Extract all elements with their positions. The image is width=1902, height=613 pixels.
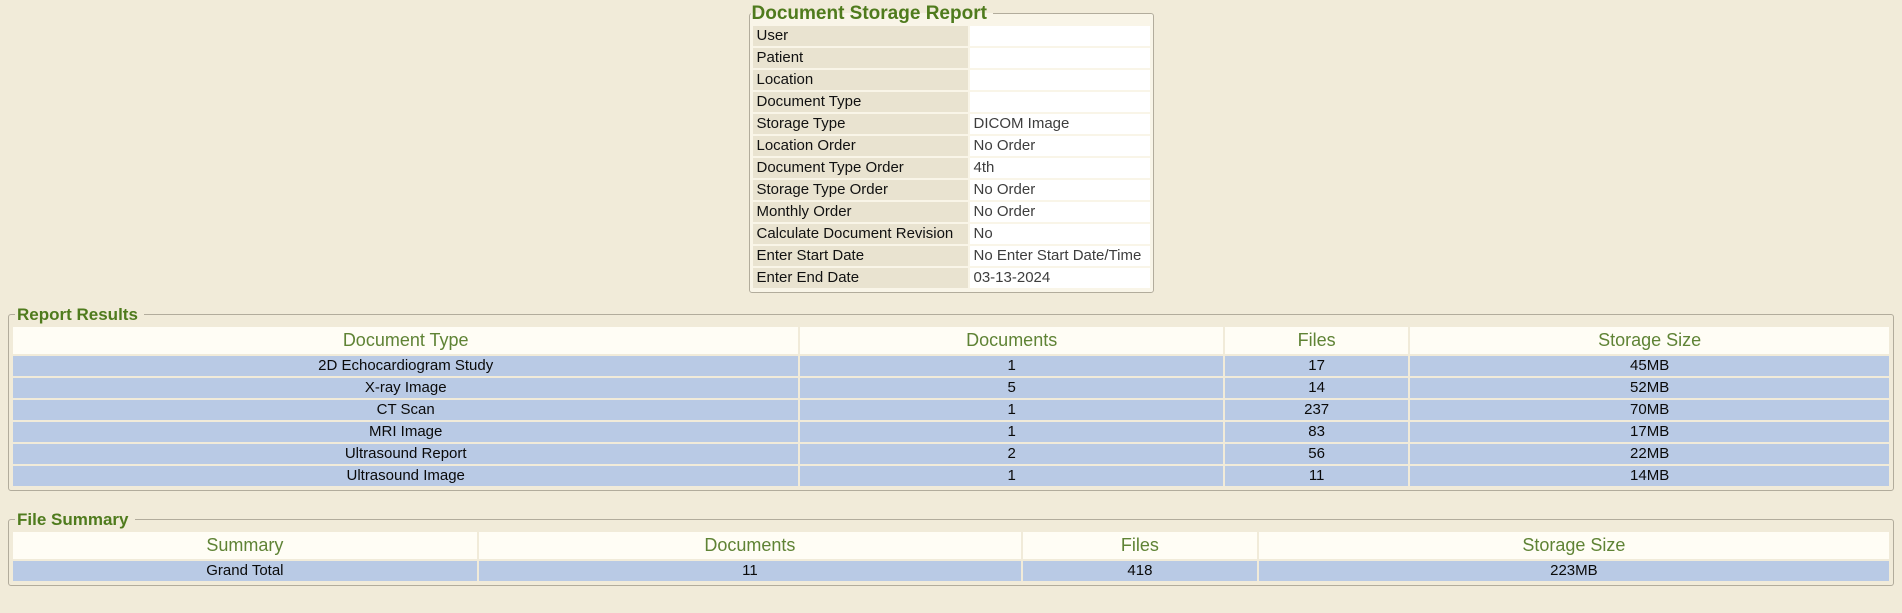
report-parameters-table: UserPatientLocationDocument TypeStorage … xyxy=(751,24,1152,290)
column-header: Files xyxy=(1023,532,1257,559)
column-header: Document Type xyxy=(13,327,798,354)
report-results-rows: 2D Echocardiogram Study11745MBX-ray Imag… xyxy=(13,356,1889,486)
form-row: Calculate Document RevisionNo xyxy=(753,224,1150,244)
column-header: Summary xyxy=(13,532,477,559)
table-cell: 14MB xyxy=(1410,466,1889,486)
form-field-label: Storage Type Order xyxy=(753,180,968,200)
table-cell: Ultrasound Image xyxy=(13,466,798,486)
file-summary-title: File Summary xyxy=(15,511,135,529)
form-field-label: Storage Type xyxy=(753,114,968,134)
file-summary-table: SummaryDocumentsFilesStorage Size Grand … xyxy=(11,530,1891,583)
table-cell: 223MB xyxy=(1259,561,1889,581)
table-cell: 17 xyxy=(1225,356,1408,376)
table-cell: MRI Image xyxy=(13,422,798,442)
form-field-label: Monthly Order xyxy=(753,202,968,222)
table-cell: 418 xyxy=(1023,561,1257,581)
form-field-label: Location xyxy=(753,70,968,90)
table-cell: 17MB xyxy=(1410,422,1889,442)
table-cell: 45MB xyxy=(1410,356,1889,376)
column-header: Files xyxy=(1225,327,1408,354)
table-cell: 70MB xyxy=(1410,400,1889,420)
form-field-value xyxy=(970,26,1150,46)
table-row: Ultrasound Image11114MB xyxy=(13,466,1889,486)
table-cell: X-ray Image xyxy=(13,378,798,398)
table-cell: 11 xyxy=(479,561,1021,581)
table-cell: 2D Echocardiogram Study xyxy=(13,356,798,376)
form-row: Patient xyxy=(753,48,1150,68)
table-cell: 5 xyxy=(800,378,1223,398)
table-cell: 22MB xyxy=(1410,444,1889,464)
form-row: Location xyxy=(753,70,1150,90)
form-field-label: Patient xyxy=(753,48,968,68)
form-field-value: No xyxy=(970,224,1150,244)
report-results-table: Document TypeDocumentsFilesStorage Size … xyxy=(11,325,1891,488)
table-cell: 52MB xyxy=(1410,378,1889,398)
table-cell: 1 xyxy=(800,466,1223,486)
form-field-label: Location Order xyxy=(753,136,968,156)
table-row: CT Scan123770MB xyxy=(13,400,1889,420)
table-row: 2D Echocardiogram Study11745MB xyxy=(13,356,1889,376)
column-header: Storage Size xyxy=(1410,327,1889,354)
form-field-value: No Order xyxy=(970,136,1150,156)
form-row: Enter End Date03-13-2024 xyxy=(753,268,1150,288)
form-row: Enter Start DateNo Enter Start Date/Time xyxy=(753,246,1150,266)
table-cell: Grand Total xyxy=(13,561,477,581)
form-row: Document Type Order4th xyxy=(753,158,1150,178)
report-parameters-rows: UserPatientLocationDocument TypeStorage … xyxy=(753,26,1150,288)
table-row: Grand Total11418223MB xyxy=(13,561,1889,581)
column-header: Documents xyxy=(479,532,1021,559)
table-cell: 1 xyxy=(800,400,1223,420)
file-summary-rows: Grand Total11418223MB xyxy=(13,561,1889,581)
report-results-section: Report Results Document TypeDocumentsFil… xyxy=(8,306,1894,491)
table-cell: 56 xyxy=(1225,444,1408,464)
table-cell: 1 xyxy=(800,356,1223,376)
form-field-value: No Order xyxy=(970,180,1150,200)
table-cell: 237 xyxy=(1225,400,1408,420)
form-field-value: DICOM Image xyxy=(970,114,1150,134)
file-summary-section: File Summary SummaryDocumentsFilesStorag… xyxy=(8,511,1894,586)
column-header: Documents xyxy=(800,327,1223,354)
report-parameters-title: Document Storage Report xyxy=(751,4,993,24)
form-row: User xyxy=(753,26,1150,46)
form-field-label: User xyxy=(753,26,968,46)
report-results-title: Report Results xyxy=(15,306,144,324)
form-row: Storage Type OrderNo Order xyxy=(753,180,1150,200)
table-cell: Ultrasound Report xyxy=(13,444,798,464)
report-results-header-row: Document TypeDocumentsFilesStorage Size xyxy=(13,327,1889,354)
table-cell: 11 xyxy=(1225,466,1408,486)
form-field-value: 03-13-2024 xyxy=(970,268,1150,288)
table-row: Ultrasound Report25622MB xyxy=(13,444,1889,464)
table-cell: 1 xyxy=(800,422,1223,442)
form-field-label: Calculate Document Revision xyxy=(753,224,968,244)
form-field-value xyxy=(970,92,1150,112)
form-row: Monthly OrderNo Order xyxy=(753,202,1150,222)
form-field-value: 4th xyxy=(970,158,1150,178)
table-cell: CT Scan xyxy=(13,400,798,420)
form-row: Location OrderNo Order xyxy=(753,136,1150,156)
table-cell: 14 xyxy=(1225,378,1408,398)
form-field-label: Document Type Order xyxy=(753,158,968,178)
form-field-label: Document Type xyxy=(753,92,968,112)
file-summary-header-row: SummaryDocumentsFilesStorage Size xyxy=(13,532,1889,559)
form-field-label: Enter Start Date xyxy=(753,246,968,266)
form-row: Document Type xyxy=(753,92,1150,112)
form-field-value xyxy=(970,70,1150,90)
form-field-value: No Order xyxy=(970,202,1150,222)
table-row: X-ray Image51452MB xyxy=(13,378,1889,398)
form-field-value: No Enter Start Date/Time xyxy=(970,246,1150,266)
report-parameters-panel: Document Storage Report UserPatientLocat… xyxy=(749,4,1154,293)
table-row: MRI Image18317MB xyxy=(13,422,1889,442)
table-cell: 2 xyxy=(800,444,1223,464)
table-cell: 83 xyxy=(1225,422,1408,442)
column-header: Storage Size xyxy=(1259,532,1889,559)
form-field-label: Enter End Date xyxy=(753,268,968,288)
form-field-value xyxy=(970,48,1150,68)
form-row: Storage TypeDICOM Image xyxy=(753,114,1150,134)
